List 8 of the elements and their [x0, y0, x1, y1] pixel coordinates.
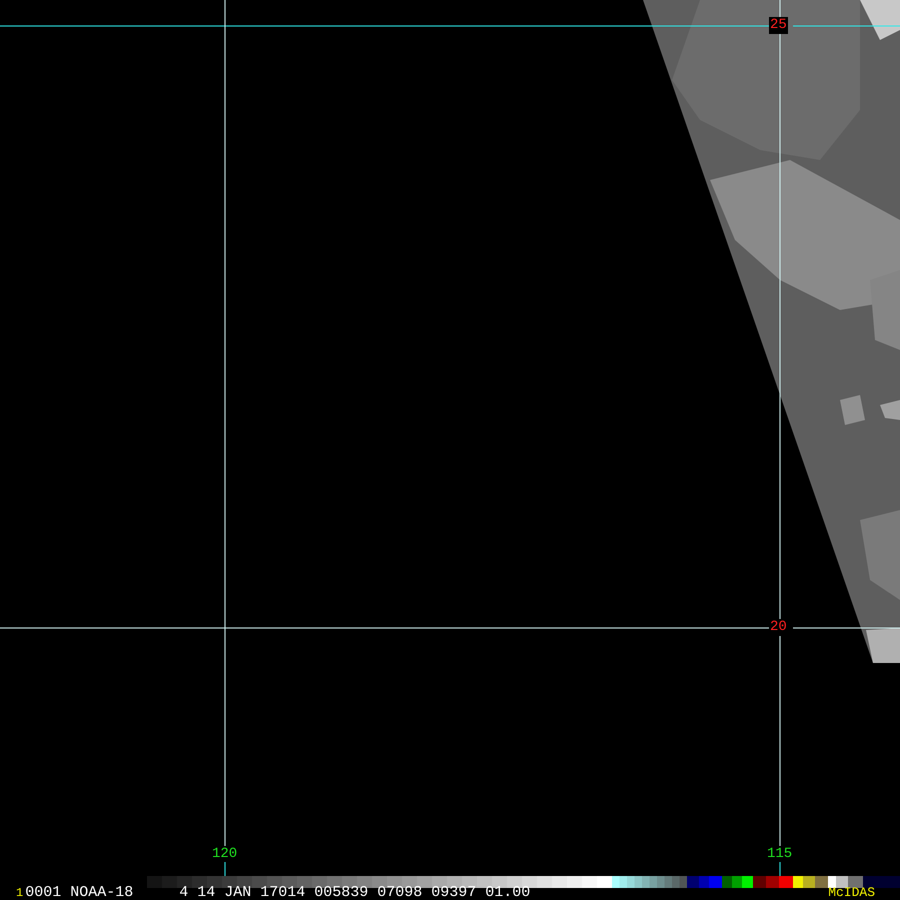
- image-info: 4 14 JAN 17014 005839 07098 09397 01.00: [179, 886, 530, 900]
- image-id: 0001 NOAA-18: [25, 886, 134, 900]
- frame-number: 1: [16, 886, 24, 900]
- latitude-label: 20: [769, 619, 788, 636]
- longitude-label: 115: [767, 846, 792, 863]
- latitude-label: 25: [769, 17, 788, 34]
- mcidas-label: McIDAS: [828, 886, 875, 900]
- longitude-label: 120: [212, 846, 238, 863]
